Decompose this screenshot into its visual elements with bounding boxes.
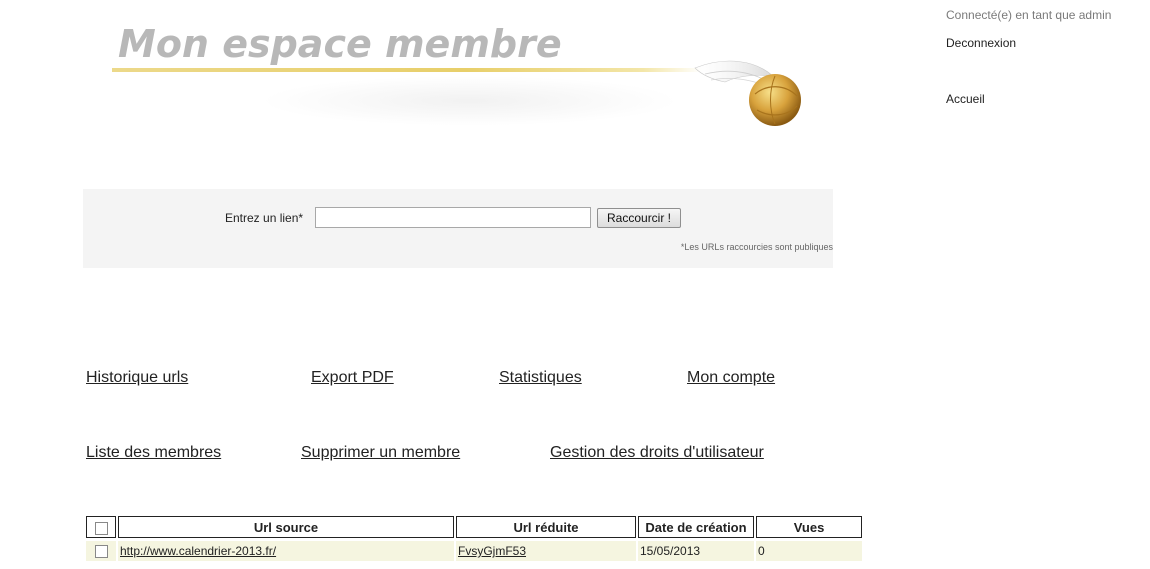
menu-link-statistics[interactable]: Statistiques	[499, 369, 582, 387]
banner-line	[112, 68, 702, 72]
column-header-short: Url réduite	[456, 516, 636, 538]
source-url-link[interactable]: http://www.calendrier-2013.fr/	[120, 544, 276, 558]
banner-glow	[260, 76, 680, 126]
user-nav: Connecté(e) en tant que admin Deconnexio…	[946, 8, 1111, 106]
column-header-source: Url source	[118, 516, 454, 538]
url-table: Url source Url réduite Date de création …	[84, 516, 864, 561]
menu-link-history[interactable]: Historique urls	[86, 369, 188, 387]
menu-link-export-pdf[interactable]: Export PDF	[311, 369, 394, 387]
link-input[interactable]	[315, 207, 591, 228]
header-banner: Mon espace membre	[110, 18, 810, 138]
shorten-form: Entrez un lien* Raccourcir ! *Les URLs r…	[83, 189, 833, 268]
menu-link-account[interactable]: Mon compte	[687, 369, 775, 387]
creation-date-cell: 15/05/2013	[638, 541, 754, 561]
row-select-cell	[86, 541, 116, 561]
menu-link-user-rights[interactable]: Gestion des droits d'utilisateur	[550, 444, 764, 462]
login-status: Connecté(e) en tant que admin	[946, 8, 1112, 22]
logout-link[interactable]: Deconnexion	[946, 36, 1111, 50]
select-all-checkbox[interactable]	[94, 521, 108, 535]
short-url-link[interactable]: FvsyGjmF53	[458, 544, 526, 558]
page-title: Mon espace membre	[118, 22, 562, 66]
menu-link-delete-member[interactable]: Supprimer un membre	[301, 444, 460, 462]
shorten-button[interactable]: Raccourcir !	[597, 208, 682, 228]
views-cell: 0	[756, 541, 862, 561]
home-link[interactable]: Accueil	[946, 92, 1111, 106]
column-header-views: Vues	[756, 516, 862, 538]
table-header-row: Url source Url réduite Date de création …	[86, 516, 862, 538]
table-row: http://www.calendrier-2013.fr/ FvsyGjmF5…	[86, 541, 862, 561]
public-urls-note: *Les URLs raccourcies sont publiques	[680, 242, 833, 252]
source-url-cell: http://www.calendrier-2013.fr/	[118, 541, 454, 561]
column-header-date: Date de création	[638, 516, 754, 538]
row-checkbox[interactable]	[94, 545, 108, 559]
short-url-cell: FvsyGjmF53	[456, 541, 636, 561]
select-all-cell	[86, 516, 116, 538]
menu-link-members-list[interactable]: Liste des membres	[86, 444, 221, 462]
golden-snitch-icon	[694, 60, 801, 126]
link-label: Entrez un lien*	[225, 211, 304, 225]
